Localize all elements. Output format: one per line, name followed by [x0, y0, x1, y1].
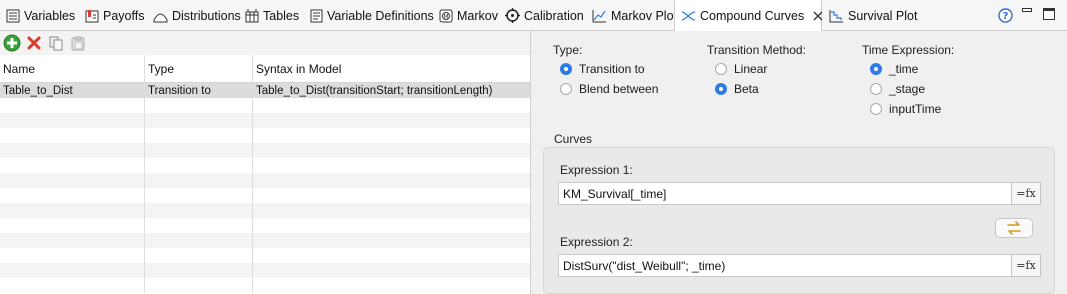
cell-type: Transition to: [145, 83, 253, 98]
tab-label: Variable Definitions: [327, 8, 434, 23]
time-expression-label: Time Expression:: [862, 43, 955, 57]
copy-icon[interactable]: [47, 34, 65, 52]
empty-row: [0, 233, 530, 248]
empty-row: [0, 173, 530, 188]
radio-label: Linear: [734, 62, 768, 76]
radio-label: _time: [889, 62, 919, 76]
minimize-icon[interactable]: [1022, 8, 1032, 14]
svg-text:M: M: [443, 13, 448, 20]
tab-label: Compound Curves: [700, 9, 805, 23]
tab-label: Markov Plot: [611, 8, 677, 23]
svg-text:?: ?: [1003, 11, 1009, 22]
empty-row: [0, 158, 530, 173]
swap-icon: [1007, 221, 1021, 235]
markov-icon: M: [439, 8, 453, 24]
markov-plot-icon: [592, 8, 607, 24]
radio-label: Blend between: [579, 82, 659, 96]
tab-markov[interactable]: M Markov: [433, 0, 499, 31]
add-icon[interactable]: [3, 34, 21, 52]
empty-row: [0, 278, 530, 293]
column-header-syntax[interactable]: Syntax in Model: [253, 55, 530, 82]
curves-group: Expression 1: KM_Survival[_time] =fx Exp…: [543, 147, 1055, 294]
curves-label: Curves: [554, 132, 593, 146]
cell-syntax: Table_to_Dist(transitionStart; transitio…: [256, 84, 493, 97]
radio-input-time[interactable]: inputTime: [870, 102, 941, 116]
empty-row: [0, 128, 530, 143]
empty-row: [0, 143, 530, 158]
radio-stage[interactable]: _stage: [870, 82, 925, 96]
curve-properties-panel: Type: Transition to Blend between Transi…: [530, 31, 1067, 294]
tables-icon: [245, 8, 259, 24]
tab-label: Distributions: [172, 8, 241, 23]
compound-curves-icon: [681, 8, 696, 24]
radio-label: Transition to: [579, 62, 645, 76]
expression-1-field[interactable]: KM_Survival[_time]: [558, 182, 1012, 205]
radio-label: inputTime: [889, 102, 942, 116]
column-header-type[interactable]: Type: [145, 55, 253, 82]
radio-label: _stage: [889, 82, 926, 96]
radio-linear[interactable]: Linear: [715, 62, 767, 76]
expression-2-fx-button[interactable]: =fx: [1011, 254, 1041, 277]
help-icon[interactable]: ?: [998, 8, 1013, 23]
maximize-icon[interactable]: [1043, 8, 1055, 20]
tab-label: Tables: [263, 8, 300, 23]
radio-time[interactable]: _time: [870, 62, 918, 76]
radio-transition-to[interactable]: Transition to: [560, 62, 645, 76]
tab-payoffs[interactable]: Payoffs: [79, 0, 147, 31]
empty-row: [0, 248, 530, 263]
tab-label: Markov: [457, 8, 498, 23]
swap-expressions-button[interactable]: [995, 218, 1033, 238]
radio-dot-icon: [715, 83, 727, 95]
expression-2-label: Expression 2:: [560, 235, 633, 249]
payoffs-icon: [85, 8, 99, 24]
radio-dot-icon: [715, 63, 727, 75]
radio-beta[interactable]: Beta: [715, 82, 759, 96]
delete-icon[interactable]: [25, 34, 43, 52]
distributions-icon: [153, 8, 168, 24]
tab-calibration[interactable]: Calibration: [499, 0, 586, 31]
type-label: Type:: [553, 43, 583, 57]
cell-name: Table_to_Dist: [0, 83, 145, 98]
radio-dot-icon: [560, 83, 572, 95]
radio-dot-icon: [560, 63, 572, 75]
empty-row: [0, 188, 530, 203]
tab-tables[interactable]: Tables: [239, 0, 304, 31]
variables-icon: [6, 8, 20, 24]
empty-row: [0, 203, 530, 218]
radio-dot-icon: [870, 103, 882, 115]
expression-1-fx-button[interactable]: =fx: [1011, 182, 1041, 205]
tab-survival-plot[interactable]: Survival Plot: [822, 0, 938, 31]
paste-icon[interactable]: [69, 34, 87, 52]
tab-label: Survival Plot: [848, 8, 918, 23]
empty-row: [0, 98, 530, 113]
empty-row: [0, 113, 530, 128]
tab-markov-plot[interactable]: Markov Plot: [586, 0, 677, 31]
table-header: Name Type Syntax in Model: [0, 55, 530, 83]
curves-toolbar: [0, 31, 530, 55]
empty-row: [0, 263, 530, 278]
tab-variable-definitions[interactable]: Variable Definitions: [304, 0, 434, 31]
tab-variables[interactable]: Variables: [0, 0, 79, 31]
tab-distributions[interactable]: Distributions: [147, 0, 241, 31]
transition-method-label: Transition Method:: [707, 43, 806, 57]
radio-dot-icon: [870, 63, 882, 75]
compound-curves-table: Name Type Syntax in Model Table_to_Dist …: [0, 55, 530, 294]
table-row[interactable]: Table_to_Dist Transition to Table_to_Dis…: [0, 83, 530, 98]
survival-plot-icon: [828, 8, 844, 24]
radio-blend-between[interactable]: Blend between: [560, 82, 658, 96]
empty-row: [0, 218, 530, 233]
tab-label: Payoffs: [103, 8, 145, 23]
tab-bar: Variables Payoffs Distributions Tables V…: [0, 0, 1067, 32]
tab-label: Calibration: [524, 8, 584, 23]
variable-definitions-icon: [310, 8, 323, 24]
expression-2-field[interactable]: DistSurv("dist_Weibull"; _time): [558, 254, 1012, 277]
radio-dot-icon: [870, 83, 882, 95]
calibration-icon: [505, 8, 520, 24]
tab-label: Variables: [24, 8, 76, 23]
tab-compound-curves[interactable]: Compound Curves: [674, 0, 823, 32]
column-header-name[interactable]: Name: [0, 55, 145, 82]
radio-label: Beta: [734, 82, 759, 96]
expression-1-label: Expression 1:: [560, 163, 633, 177]
